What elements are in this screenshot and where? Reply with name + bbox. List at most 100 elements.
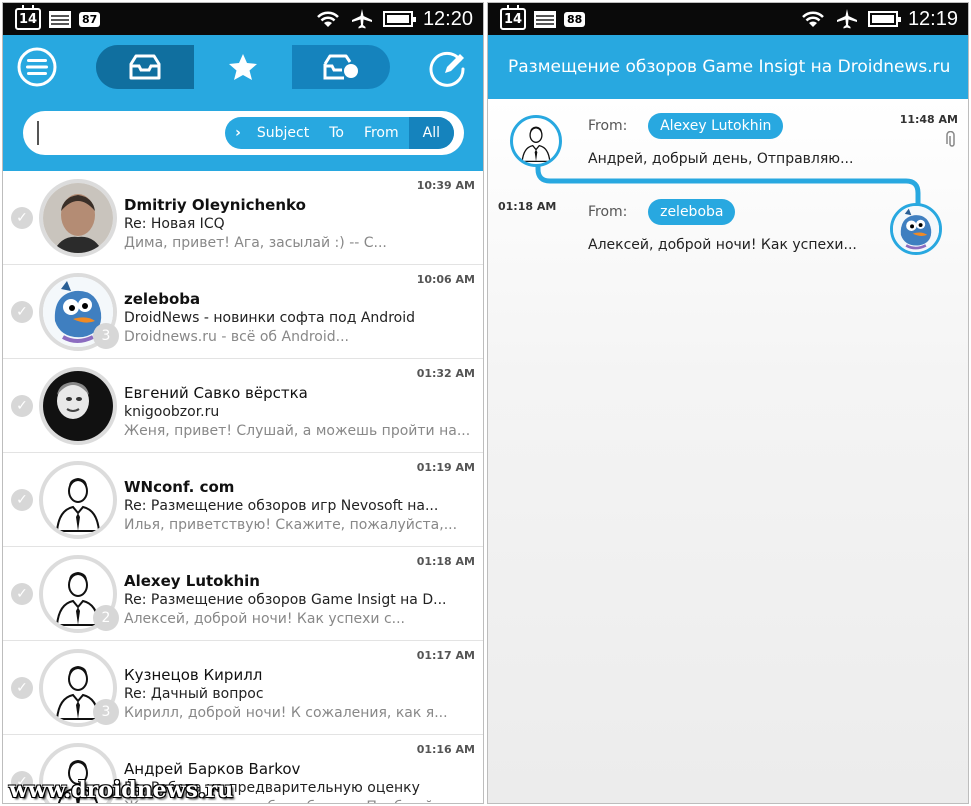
- checkmark-icon[interactable]: ✓: [11, 677, 33, 699]
- message-time: 11:48 AM: [899, 113, 958, 126]
- search-input[interactable]: › Subject To From All: [23, 111, 464, 155]
- inbox-tray-icon: [129, 54, 161, 80]
- text-cursor: [37, 121, 39, 145]
- sender-name: Евгений Савко вёрстка: [124, 384, 308, 402]
- star-icon: [229, 54, 257, 80]
- sender-name: Alexey Lutokhin: [124, 572, 260, 590]
- battery-icon: [382, 11, 416, 27]
- subject-text: Новая ICQ: [150, 216, 225, 232]
- subject-prefix: Re:: [124, 498, 151, 514]
- tab-unread[interactable]: [292, 45, 390, 89]
- top-toolbar: [3, 35, 483, 99]
- message-preview: Кирилл, доброй ночи! К сожаления, как я.…: [124, 705, 448, 721]
- chevron-right-icon[interactable]: ›: [225, 117, 247, 149]
- subject-text: Размещение обзоров игр Nevosoft на...: [150, 498, 439, 514]
- watermark: www.droidnews.ru: [9, 777, 234, 803]
- thread-view: From: Alexey Lutokhin Андрей, добрый ден…: [488, 99, 968, 799]
- battery-icon: [867, 11, 901, 27]
- gallery-icon: [49, 10, 71, 28]
- message-time: 10:39 AM: [416, 179, 475, 192]
- status-time: 12:20: [422, 7, 473, 30]
- paperclip-icon: [946, 131, 955, 147]
- search-band: › Subject To From All: [3, 99, 483, 171]
- thread-title: Размещение обзоров Game Insigt на Droidn…: [488, 35, 968, 99]
- airplane-icon: [351, 9, 372, 29]
- avatar[interactable]: [39, 179, 117, 257]
- status-time: 12:19: [907, 7, 958, 30]
- subject-prefix: Re:: [124, 216, 151, 232]
- message-subject: Re: Размещение обзоров Game Insigt на D.…: [124, 591, 476, 610]
- filter-from[interactable]: From: [354, 117, 409, 149]
- wifi-icon: [317, 11, 339, 27]
- thread-count-badge: 2: [93, 605, 119, 631]
- checkmark-icon[interactable]: ✓: [11, 583, 33, 605]
- message-row[interactable]: ✓ 2 01:18 AM Alexey Lutokhin Re: Размещение …: [3, 547, 483, 641]
- notification-count: 87: [79, 11, 101, 27]
- sender-chip[interactable]: zeleboba: [648, 199, 736, 225]
- checkmark-icon[interactable]: ✓: [11, 301, 33, 323]
- message-preview: Алексей, доброй ночи! Как успехи с...: [124, 611, 405, 627]
- gallery-icon: [534, 10, 556, 28]
- checkmark-icon[interactable]: ✓: [11, 395, 33, 417]
- message-time: 01:17 AM: [416, 649, 475, 662]
- status-bar: 14 88 12:19: [488, 3, 968, 35]
- wifi-icon: [802, 11, 824, 27]
- tab-starred[interactable]: [194, 45, 292, 89]
- message-preview: Илья, приветствую! Скажите, пожалуйста,.…: [124, 517, 458, 533]
- inbox-screen: 14 87 12:20 › Subject To From All ✓ 10:3…: [2, 2, 484, 804]
- menu-icon[interactable]: [17, 47, 57, 87]
- message-preview: Женя, привет! Слушай, а можешь пройти на…: [124, 423, 471, 439]
- message-subject: Re: Дачный вопрос: [124, 685, 476, 704]
- filter-subject[interactable]: Subject: [247, 117, 319, 149]
- avatar[interactable]: [39, 461, 117, 539]
- message-time: 01:16 AM: [416, 743, 475, 756]
- search-filters: › Subject To From All: [225, 117, 454, 149]
- message-list: ✓ 10:39 AM Dmitriy Oleynichenko Re: Новая I…: [3, 171, 483, 803]
- message-row[interactable]: ✓ 3 01:17 AM Кузнецов Кирилл Re: Дачный вопр…: [3, 641, 483, 735]
- message-time: 01:18 AM: [498, 200, 557, 213]
- sender-name: Кузнецов Кирилл: [124, 666, 263, 684]
- message-subject: Re: Новая ICQ: [124, 215, 476, 234]
- message-time: 01:18 AM: [416, 555, 475, 568]
- avatar[interactable]: [39, 367, 117, 445]
- airplane-icon: [836, 9, 857, 29]
- status-bar: 14 87 12:20: [3, 3, 483, 35]
- filter-all[interactable]: All: [408, 117, 454, 149]
- avatar[interactable]: [510, 115, 562, 167]
- checkmark-icon[interactable]: ✓: [11, 207, 33, 229]
- message-row[interactable]: ✓ 10:39 AM Dmitriy Oleynichenko Re: Новая I…: [3, 171, 483, 265]
- tab-inbox[interactable]: [96, 45, 194, 89]
- message-preview: Droidnews.ru - всё об Android...: [124, 329, 349, 345]
- sender-name: zeleboba: [124, 290, 201, 308]
- sender-chip[interactable]: Alexey Lutokhin: [648, 113, 784, 139]
- subject-prefix: Re:: [124, 592, 151, 608]
- message-preview: Андрей, добрый день, Отправляю...: [588, 151, 854, 167]
- subject-prefix: DroidNews -: [124, 310, 214, 326]
- filter-to[interactable]: To: [319, 117, 354, 149]
- calendar-icon: 14: [15, 5, 41, 30]
- message-time: 10:06 AM: [416, 273, 475, 286]
- thread-count-badge: 3: [93, 699, 119, 725]
- subject-text: Размещение обзоров Game Insigt на D...: [150, 592, 447, 608]
- mailbox-switcher: [96, 45, 390, 89]
- sender-name: WNconf. com: [124, 478, 235, 496]
- message-subject: knigoobzor.ru: [124, 403, 476, 422]
- message-subject: DroidNews - новинки софта под Android: [124, 309, 476, 328]
- unread-tray-icon: [323, 54, 358, 80]
- calendar-icon: 14: [500, 5, 526, 30]
- message-row[interactable]: ✓ 3 10:06 AM zeleboba DroidNews - новинки со…: [3, 265, 483, 359]
- message-row[interactable]: ✓ 01:32 AM Евгений Савко вёрстка knigoobzor…: [3, 359, 483, 453]
- message-subject: Re: Размещение обзоров игр Nevosoft на..…: [124, 497, 476, 516]
- avatar[interactable]: [890, 203, 942, 255]
- sender-name: Dmitriy Oleynichenko: [124, 196, 306, 214]
- thread-count-badge: 3: [93, 323, 119, 349]
- message-row[interactable]: ✓ 01:19 AM WNconf. com Re: Размещение обзор…: [3, 453, 483, 547]
- compose-icon[interactable]: [429, 47, 469, 87]
- thread-message[interactable]: From: Alexey Lutokhin Андрей, добрый ден…: [588, 113, 948, 167]
- message-preview: Дима, привет! Ага, засылай :) -- С...: [124, 235, 387, 251]
- checkmark-icon[interactable]: ✓: [11, 489, 33, 511]
- thread-screen: 14 88 12:19 Размещение обзоров Game Insi…: [487, 2, 969, 804]
- subject-text: knigoobzor.ru: [124, 404, 220, 420]
- subject-text: Дачный вопрос: [150, 686, 264, 702]
- message-time: 01:19 AM: [416, 461, 475, 474]
